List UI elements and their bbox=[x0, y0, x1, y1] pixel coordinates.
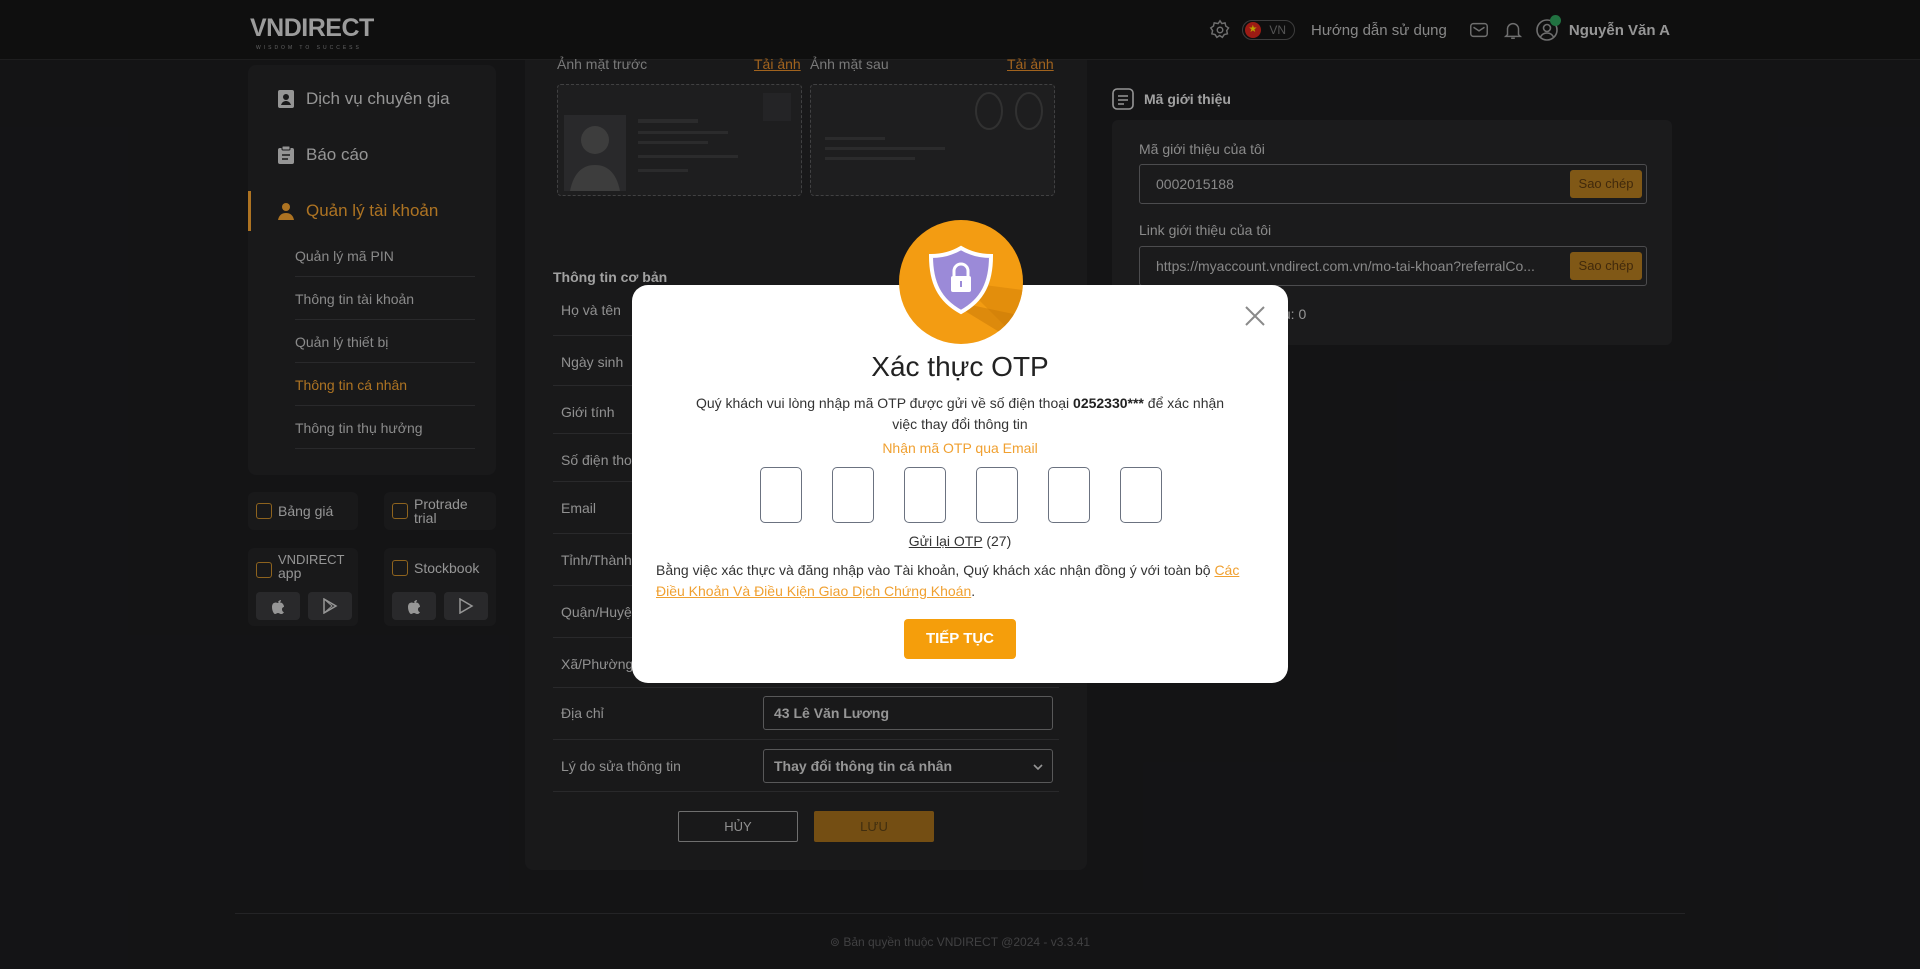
terms-text: Bằng việc xác thực và đăng nhập vào Tài … bbox=[656, 560, 1264, 602]
otp-digit-4[interactable] bbox=[976, 467, 1018, 523]
otp-digit-6[interactable] bbox=[1120, 467, 1162, 523]
terms-prefix: Bằng việc xác thực và đăng nhập vào Tài … bbox=[656, 562, 1215, 578]
otp-description: Quý khách vui lòng nhập mã OTP được gửi … bbox=[692, 393, 1228, 435]
otp-digit-3[interactable] bbox=[904, 467, 946, 523]
close-icon[interactable] bbox=[1242, 303, 1268, 329]
otp-modal: Xác thực OTP Quý khách vui lòng nhập mã … bbox=[632, 285, 1288, 683]
otp-digit-5[interactable] bbox=[1048, 467, 1090, 523]
otp-title: Xác thực OTP bbox=[871, 351, 1049, 382]
otp-via-email-link[interactable]: Nhận mã OTP qua Email bbox=[632, 440, 1288, 456]
otp-input-group bbox=[760, 467, 1162, 523]
terms-suffix: . bbox=[971, 583, 976, 599]
desc-prefix: Quý khách vui lòng nhập mã OTP được gửi … bbox=[695, 395, 1074, 411]
masked-phone: 0252330*** bbox=[1073, 395, 1144, 411]
otp-digit-2[interactable] bbox=[832, 467, 874, 523]
resend-countdown: (27) bbox=[986, 533, 1012, 549]
shield-lock-icon bbox=[899, 220, 1023, 344]
otp-digit-1[interactable] bbox=[760, 467, 802, 523]
resend-otp-link[interactable]: Gửi lại OTP bbox=[909, 533, 983, 549]
continue-button[interactable]: TIẾP TỤC bbox=[904, 619, 1016, 659]
resend-row: Gửi lại OTP (27) bbox=[632, 533, 1288, 549]
